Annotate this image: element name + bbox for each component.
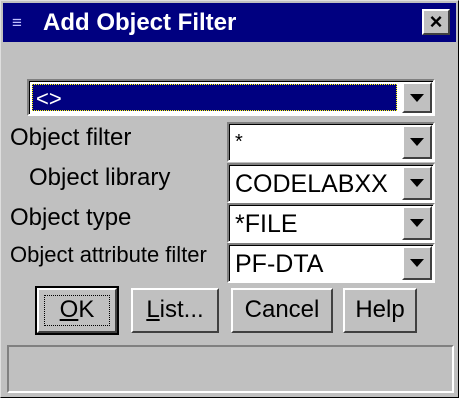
- list-mnemonic: L: [146, 296, 160, 323]
- object-filter-combo[interactable]: *: [227, 122, 435, 162]
- window-menu-icon[interactable]: ≡: [12, 13, 22, 33]
- filter-type-value: <>: [36, 86, 62, 111]
- chevron-down-icon: [410, 219, 424, 227]
- status-bar: [7, 345, 454, 393]
- add-object-filter-dialog: ≡ Add Object Filter × <> Object filter *…: [0, 0, 459, 398]
- object-filter-dropdown-button[interactable]: [402, 125, 432, 159]
- filter-type-combo[interactable]: <>: [27, 79, 435, 116]
- help-label: Help: [355, 296, 405, 323]
- object-attribute-filter-label: Object attribute filter: [10, 242, 207, 267]
- object-type-dropdown-button[interactable]: [402, 206, 432, 240]
- close-icon: ×: [429, 9, 443, 34]
- list-label: ist...: [159, 296, 204, 323]
- object-attribute-filter-dropdown-button[interactable]: [402, 246, 432, 280]
- help-button[interactable]: Help: [343, 288, 417, 333]
- object-filter-value: *: [235, 131, 243, 153]
- object-library-label: Object library: [29, 164, 171, 191]
- window-title: Add Object Filter: [43, 9, 237, 36]
- filter-type-selection: <>: [32, 84, 397, 111]
- object-type-combo[interactable]: *FILE: [227, 203, 435, 243]
- chevron-down-icon: [410, 93, 424, 102]
- title-bar[interactable]: ≡ Add Object Filter ×: [3, 3, 456, 42]
- cancel-button[interactable]: Cancel: [231, 288, 333, 333]
- object-library-value: CODELABXX: [235, 170, 388, 198]
- close-button[interactable]: ×: [422, 9, 450, 35]
- chevron-down-icon: [410, 138, 424, 146]
- object-library-combo[interactable]: CODELABXX: [227, 163, 435, 203]
- cancel-label: Cancel: [244, 296, 320, 323]
- list-button[interactable]: List...: [131, 288, 219, 333]
- ok-button[interactable]: OK: [35, 286, 119, 335]
- object-type-label: Object type: [10, 204, 132, 231]
- object-filter-label: Object filter: [10, 124, 132, 151]
- object-library-dropdown-button[interactable]: [402, 166, 432, 200]
- chevron-down-icon: [410, 259, 424, 267]
- object-type-value: *FILE: [235, 210, 298, 238]
- filter-type-dropdown-button[interactable]: [402, 82, 432, 113]
- object-attribute-filter-value: PF-DTA: [235, 250, 324, 278]
- chevron-down-icon: [410, 179, 424, 187]
- object-attribute-filter-combo[interactable]: PF-DTA: [227, 243, 435, 283]
